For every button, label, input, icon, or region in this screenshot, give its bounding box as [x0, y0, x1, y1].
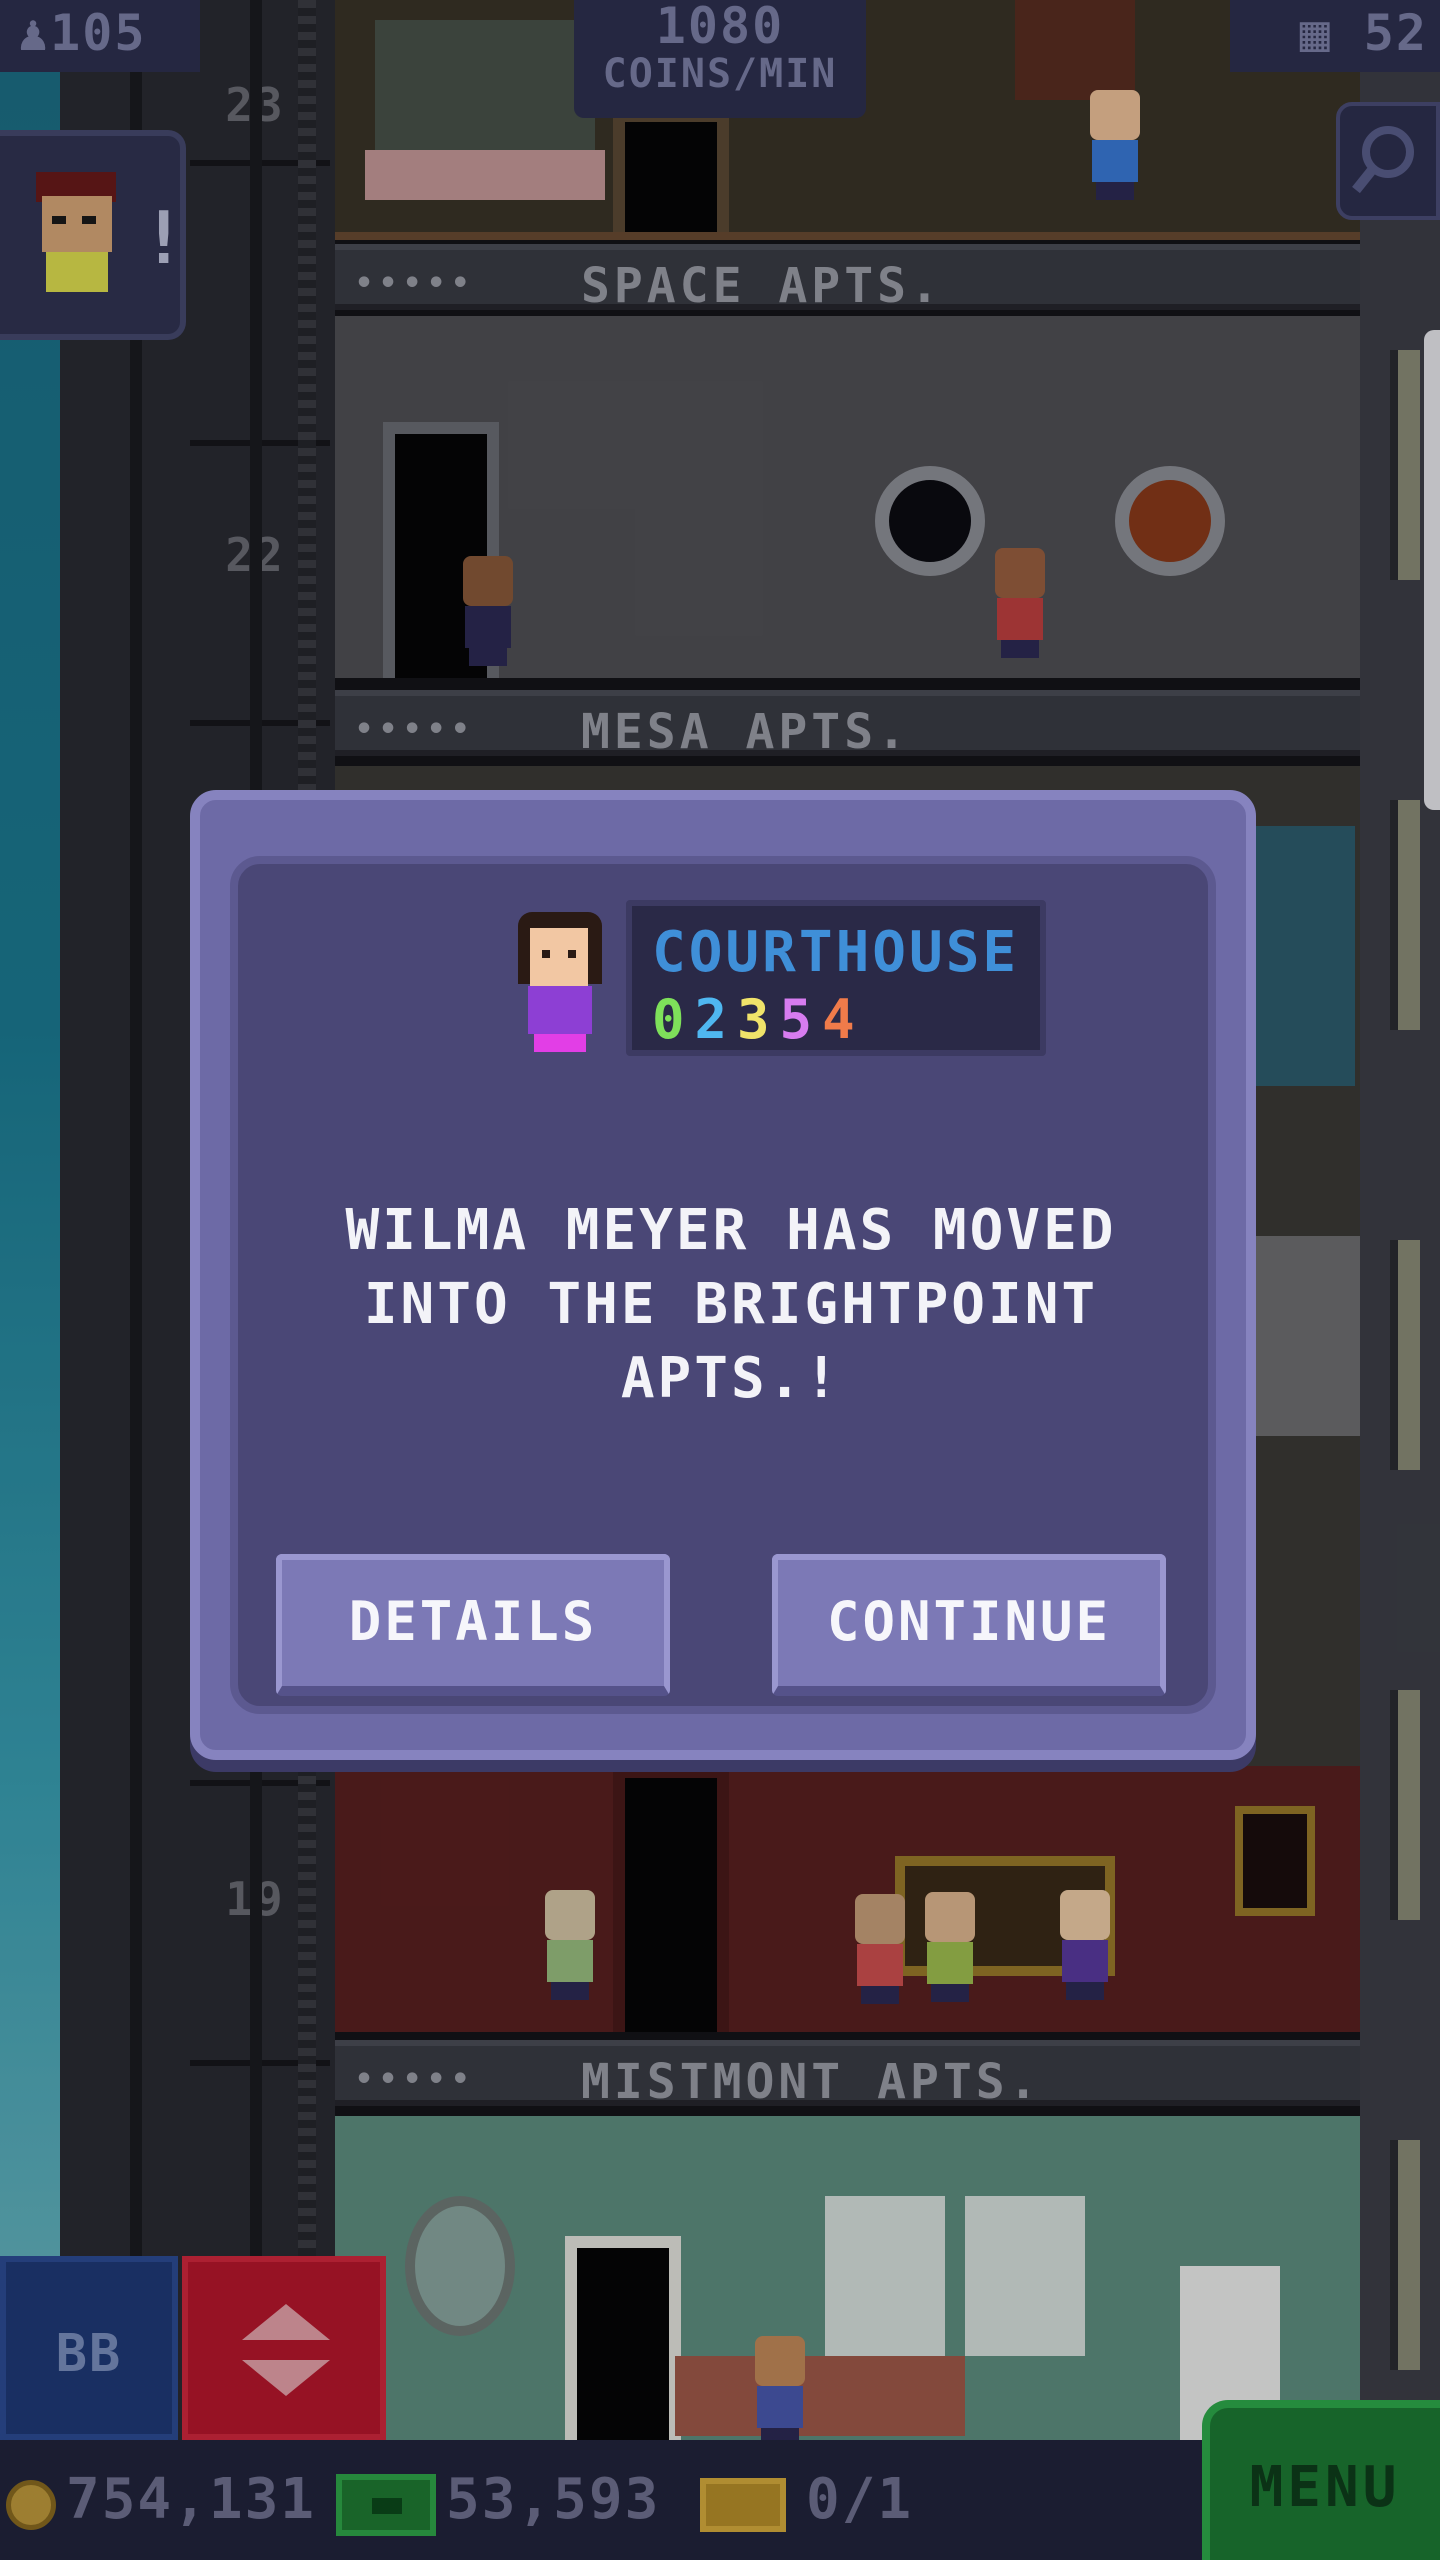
details-button[interactable]: DETAILS	[276, 1554, 670, 1696]
dialog-message: WILMA MEYER HAS MOVED INTO THE BRIGHTPOI…	[258, 1194, 1204, 1416]
move-in-dialog: COURTHOUSE 02354 WILMA MEYER HAS MOVED I…	[190, 790, 1256, 1760]
skill-creative: 4	[822, 988, 865, 1051]
skill-retail: 5	[779, 988, 823, 1051]
continue-button[interactable]: CONTINUE	[772, 1554, 1166, 1696]
dialog-panel: COURTHOUSE 02354 WILMA MEYER HAS MOVED I…	[230, 856, 1216, 1714]
skill-ratings: 02354	[652, 988, 865, 1051]
message-line: WILMA MEYER HAS MOVED	[345, 1198, 1117, 1263]
dream-job-label: COURTHOUSE	[652, 920, 1020, 985]
skill-food: 0	[652, 988, 695, 1051]
dream-job-box: COURTHOUSE 02354	[626, 900, 1046, 1056]
tenant-avatar-icon	[508, 912, 612, 1062]
skill-recreation: 3	[737, 988, 780, 1051]
message-line: INTO THE BRIGHTPOINT APTS.!	[363, 1272, 1099, 1411]
skill-service: 2	[694, 988, 738, 1051]
